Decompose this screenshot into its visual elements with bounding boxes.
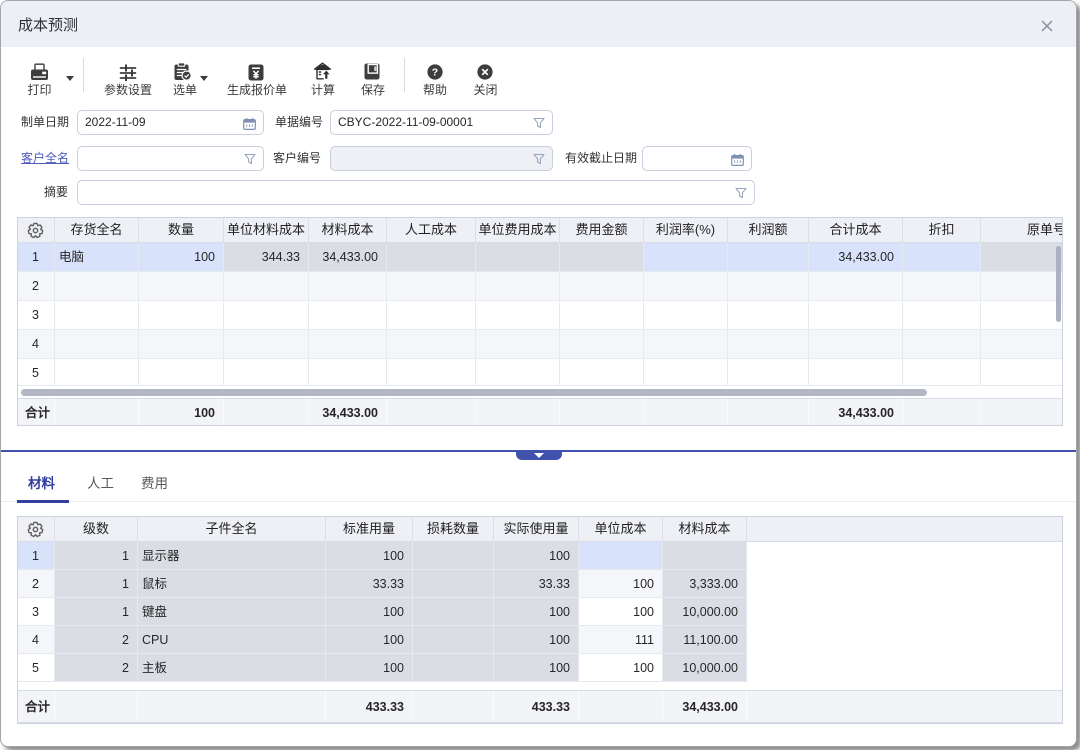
- svg-text:?: ?: [432, 67, 438, 79]
